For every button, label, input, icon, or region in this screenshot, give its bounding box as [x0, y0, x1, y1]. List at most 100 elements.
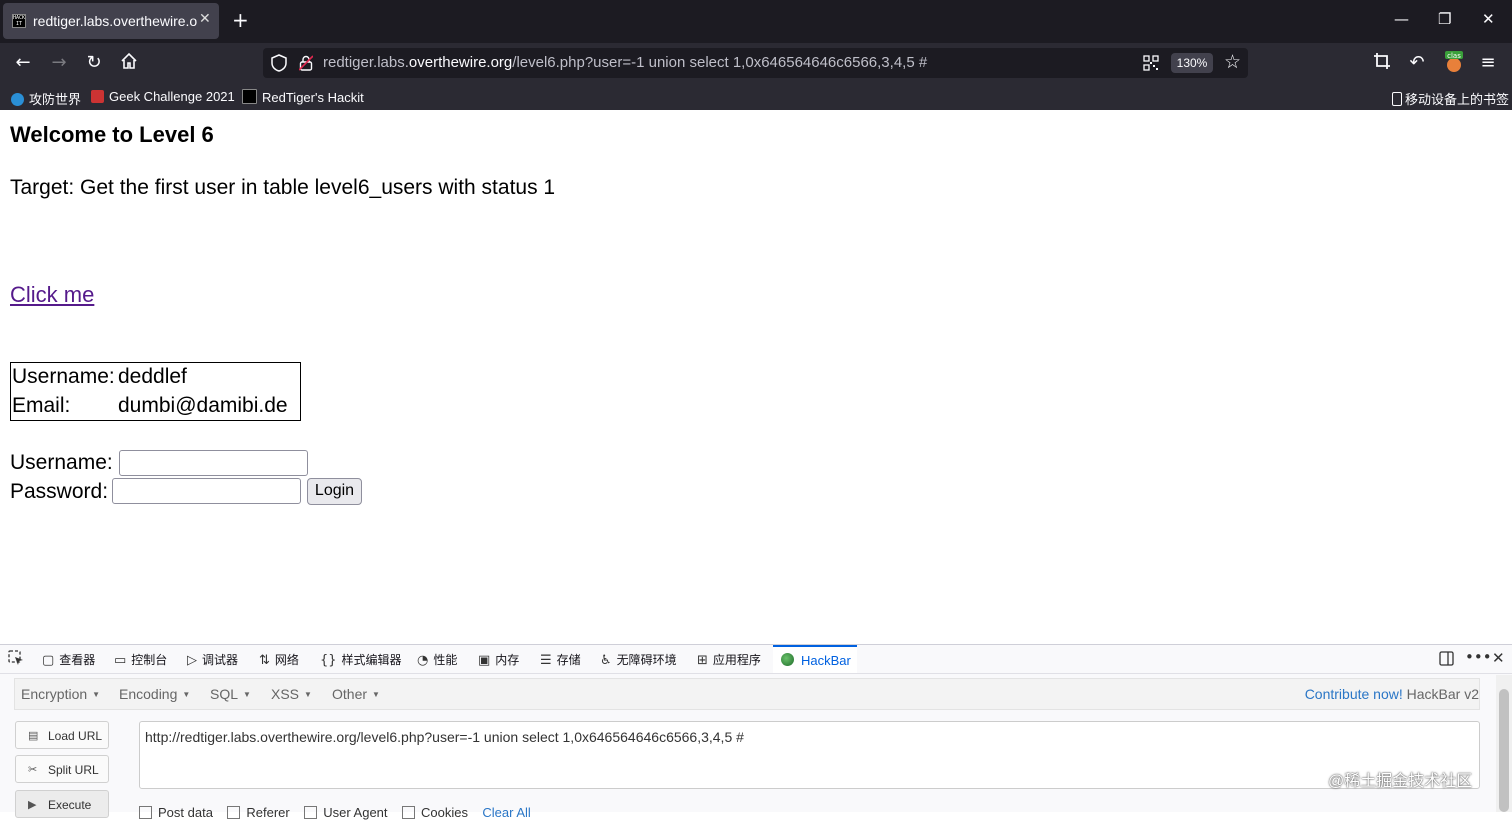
execute-button[interactable]: ▶ Execute [15, 790, 109, 818]
bookmark-mobile[interactable]: 移动设备上的书签 [1392, 89, 1509, 108]
devtools-tab-accessibility[interactable]: ♿ 无障碍环境 [600, 651, 677, 668]
devtools-tab-performance[interactable]: ◔ 性能 [417, 651, 457, 668]
login-button[interactable]: Login [307, 478, 362, 505]
result-email-value: dumbi@damibi.de [118, 394, 288, 417]
devtools-tab-console[interactable]: ▭ 控制台 [114, 651, 167, 668]
reload-icon[interactable]: ↻ [82, 52, 106, 73]
back-arrow-icon[interactable]: ← [11, 52, 35, 73]
console-icon: ▭ [114, 653, 127, 668]
password-input[interactable] [112, 478, 301, 504]
devtools-tab-hackbar[interactable]: HackBar [773, 645, 857, 673]
devtools-tab-style-editor[interactable]: {} 样式编辑器 [320, 651, 402, 668]
caret-down-icon: ▼ [182, 690, 191, 699]
devtools-tab-storage[interactable]: ☰ 存储 [540, 651, 581, 668]
qr-code-icon[interactable] [1143, 55, 1159, 75]
more-options-icon[interactable]: ••• [1465, 648, 1492, 666]
split-url-label: Split URL [48, 763, 99, 777]
forward-arrow-icon[interactable]: → [47, 52, 71, 73]
globe-icon [11, 93, 24, 106]
watermark: @稀土掘金技术社区 [1328, 773, 1473, 790]
scissors-icon: ✂ [28, 764, 38, 776]
browser-tab[interactable]: HACK IT redtiger.labs.overthewire.org/ ✕ [3, 3, 219, 39]
bookmarks-toolbar: 攻防世界 Geek Challenge 2021 RedTiger's Hack… [0, 85, 1512, 110]
inspector-icon: ▢ [42, 653, 55, 668]
undo-arrow-icon[interactable]: ↶ [1405, 52, 1429, 73]
mobile-device-icon [1392, 92, 1402, 106]
menu-encryption[interactable]: Encryption ▼ [21, 686, 100, 702]
devtools-close-icon[interactable]: ✕ [1492, 649, 1505, 667]
navigation-bar: ← → ↻ redtiger.labs.overthewire.org/leve… [0, 43, 1512, 85]
menu-other[interactable]: Other ▼ [332, 686, 380, 702]
menu-xss[interactable]: XSS ▼ [271, 686, 312, 702]
network-icon: ⇅ [259, 653, 270, 668]
bookmark-star-icon[interactable]: ☆ [1224, 51, 1241, 73]
username-label: Username: [10, 451, 113, 474]
devtools-tab-debugger[interactable]: ▷ 调试器 [187, 651, 238, 668]
caret-down-icon: ▼ [304, 690, 312, 699]
cookies-checkbox[interactable]: Cookies [401, 805, 468, 820]
devtools-toolbar: ▢ 查看器 ▭ 控制台 ▷ 调试器 ⇅ 网络 {} 样式编辑器 ◔ 性能 ▣ 内存 ☰ 存储 ♿… [0, 645, 1512, 674]
hamburger-menu-icon[interactable]: ≡ [1476, 52, 1500, 73]
menu-encoding[interactable]: Encoding ▼ [119, 686, 190, 702]
hackbar-ball-icon [781, 653, 794, 666]
tab-bar: HACK IT redtiger.labs.overthewire.org/ ✕… [0, 0, 1512, 43]
zoom-level-badge[interactable]: 130% [1171, 53, 1213, 73]
caret-down-icon: ▼ [372, 690, 380, 699]
password-label: Password: [10, 480, 109, 503]
result-email-label: Email: [12, 394, 71, 417]
insecure-lock-icon[interactable] [298, 55, 314, 75]
window-close-icon[interactable]: ✕ [1482, 10, 1495, 28]
tab-close-icon[interactable]: ✕ [199, 11, 211, 27]
hackbar-scrollbar[interactable] [1496, 675, 1512, 812]
username-input[interactable] [119, 450, 308, 476]
result-username-value: deddlef [118, 365, 187, 388]
dock-side-icon[interactable] [1439, 651, 1454, 669]
devtools-tab-inspector[interactable]: ▢ 查看器 [42, 651, 95, 668]
hackit-icon [242, 89, 257, 104]
split-url-button[interactable]: ✂ Split URL [15, 755, 109, 783]
hackbar-version: HackBar v2 [1406, 686, 1479, 702]
new-tab-plus-icon[interactable]: + [232, 8, 249, 32]
tab-title: redtiger.labs.overthewire.org/ [33, 13, 198, 29]
shield-icon[interactable] [271, 54, 287, 76]
bookmark-gongfang[interactable]: 攻防世界 [11, 89, 81, 108]
svg-text:clas: clas [1447, 52, 1461, 60]
accessibility-icon: ♿ [600, 653, 612, 668]
scrollbar-thumb[interactable] [1499, 689, 1509, 812]
load-url-label: Load URL [48, 729, 103, 743]
minimize-icon[interactable]: — [1394, 10, 1409, 28]
braces-icon: {} [320, 653, 337, 668]
click-me-link[interactable]: Click me [10, 282, 94, 308]
devtools-tab-memory[interactable]: ▣ 内存 [478, 651, 519, 668]
hackbar-url-textarea[interactable]: http://redtiger.labs.overthewire.org/lev… [139, 721, 1480, 789]
restore-icon[interactable]: ❐ [1438, 10, 1451, 28]
hackit-favicon-icon: HACK IT [12, 14, 26, 28]
geek-icon [91, 90, 104, 103]
home-icon[interactable] [117, 52, 141, 75]
caret-down-icon: ▼ [243, 690, 251, 699]
hackbar-contribute: Contribute now! HackBar v2 [1305, 686, 1479, 702]
target-description: Target: Get the first user in table leve… [10, 176, 556, 199]
url-bar[interactable]: redtiger.labs.overthewire.org/level6.php… [263, 48, 1248, 78]
element-picker-icon[interactable] [8, 650, 24, 669]
gauge-icon: ◔ [417, 653, 429, 668]
user-result-table: Username: deddlef Email: dumbi@damibi.de [10, 362, 301, 421]
hackbar-options: Post data Referer User Agent Cookies Cle… [139, 805, 531, 820]
page-content: Welcome to Level 6 Target: Get the first… [0, 110, 1512, 644]
clear-all-link[interactable]: Clear All [482, 805, 530, 820]
url-text[interactable]: redtiger.labs.overthewire.org/level6.php… [323, 54, 927, 71]
crop-screenshot-icon[interactable] [1370, 52, 1394, 75]
storage-icon: ☰ [540, 653, 552, 668]
user-agent-checkbox[interactable]: User Agent [304, 805, 388, 820]
load-disk-icon: ▤ [28, 730, 39, 742]
devtools-tab-network[interactable]: ⇅ 网络 [259, 651, 299, 668]
bookmark-geek-challenge[interactable]: Geek Challenge 2021 [91, 89, 235, 104]
load-url-button[interactable]: ▤ Load URL [15, 721, 109, 749]
menu-sql[interactable]: SQL ▼ [210, 686, 251, 702]
contribute-link[interactable]: Contribute now! [1305, 686, 1403, 702]
clash-extension-icon[interactable]: clas [1443, 51, 1465, 73]
bookmark-redtiger[interactable]: RedTiger's Hackit [242, 89, 364, 105]
post-data-checkbox[interactable]: Post data [139, 805, 213, 820]
devtools-tab-application[interactable]: ⊞ 应用程序 [697, 651, 761, 668]
referer-checkbox[interactable]: Referer [227, 805, 290, 820]
